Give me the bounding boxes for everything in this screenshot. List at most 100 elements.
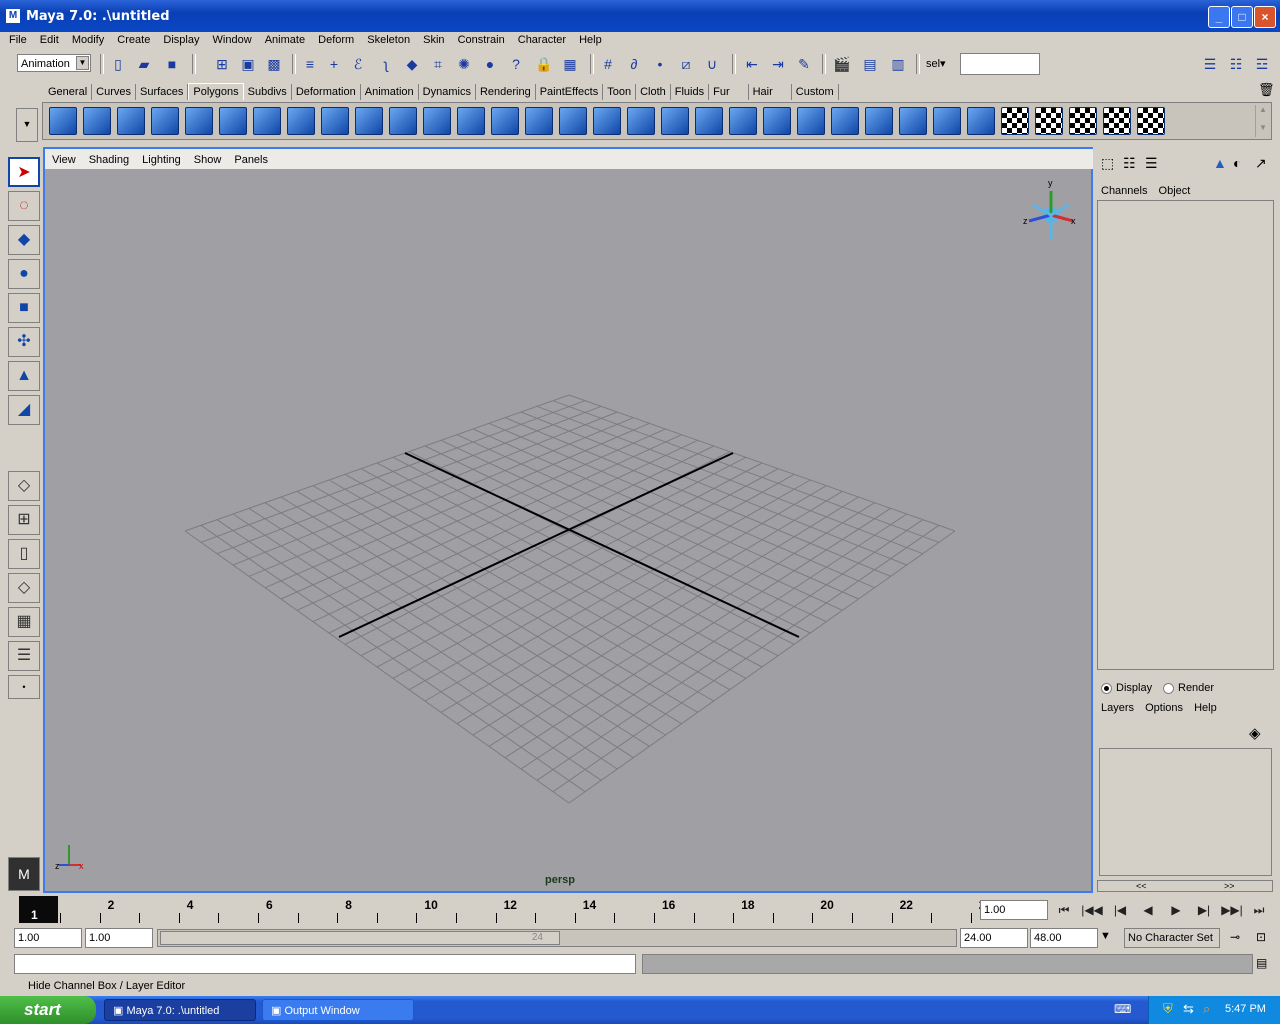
snap-view-plane-icon[interactable]: ⧄ (676, 54, 696, 74)
planar-mapping-icon[interactable] (1001, 107, 1029, 135)
select-component-icon[interactable]: ▩ (264, 54, 284, 74)
lasso-tool-icon[interactable]: ◌ (8, 191, 40, 221)
taskbar-item-maya[interactable]: ▣ Maya 7.0: .\untitled (104, 999, 256, 1021)
persp-graph-layout-icon[interactable]: ◇ (8, 573, 40, 603)
tool-settings-toggle-icon[interactable]: ☷ (1226, 54, 1246, 74)
poly-cylinder-icon[interactable] (117, 107, 145, 135)
render-frame-icon[interactable]: 🎬 (832, 54, 852, 74)
animation-preferences-icon[interactable]: ⊡ (1256, 930, 1266, 944)
playback-end-field[interactable]: 24.00 (960, 928, 1028, 948)
go-to-end-button[interactable]: ⏭ (1248, 900, 1270, 920)
shelf-tab-animation[interactable]: Animation (361, 84, 419, 100)
poly-combine-icon[interactable] (389, 107, 417, 135)
menu-animate[interactable]: Animate (260, 32, 310, 48)
automatic-mapping-icon[interactable] (1103, 107, 1131, 135)
uv-texture-editor-icon[interactable] (1137, 107, 1165, 135)
poly-pipe-icon[interactable] (287, 107, 315, 135)
maximize-button[interactable]: □ (1231, 6, 1253, 28)
display-layer-radio[interactable]: Display (1101, 682, 1152, 694)
poly-merge-icon[interactable] (661, 107, 689, 135)
scroll-right-button[interactable]: >> (1224, 881, 1235, 891)
shelf-tab-general[interactable]: General (44, 84, 93, 100)
shelf-tab-painteffects[interactable]: PaintEffects (536, 84, 604, 100)
step-back-key-button[interactable]: |◀◀ (1080, 900, 1104, 920)
poly-boolean-icon[interactable] (457, 107, 485, 135)
snap-curve-icon[interactable]: ∂ (624, 54, 644, 74)
object-menu[interactable]: Object (1155, 183, 1195, 199)
view-compass-icon[interactable] (1028, 191, 1074, 239)
poly-soccer-ball-icon[interactable] (355, 107, 383, 135)
select-curves-icon[interactable]: ʅ (376, 54, 396, 74)
poly-mirror-icon[interactable] (933, 107, 961, 135)
poly-prism-icon[interactable] (253, 107, 281, 135)
select-tool-icon[interactable]: ➤ (8, 157, 40, 187)
rotate-tool-icon[interactable]: ■ (8, 293, 40, 323)
persp-trax-layout-icon[interactable]: ☰ (8, 641, 40, 671)
poly-split-icon[interactable] (593, 107, 621, 135)
poly-cone-icon[interactable] (151, 107, 179, 135)
panel-menu-lighting[interactable]: Lighting (137, 149, 186, 171)
output-ops-icon[interactable]: ⇥ (768, 54, 788, 74)
select-joints-icon[interactable]: ℰ (348, 54, 368, 74)
select-hierarchy-icon[interactable]: ⊞ (212, 54, 232, 74)
viewport-scene[interactable]: y x z z x (45, 169, 1091, 891)
shelf-tab-subdivs[interactable]: Subdivs (244, 84, 292, 100)
render-layer-radio[interactable]: Render (1163, 682, 1214, 694)
select-surfaces-icon[interactable]: ◆ (402, 54, 422, 74)
poly-sphere-icon[interactable] (49, 107, 77, 135)
snap-grid-icon[interactable]: # (598, 54, 618, 74)
panel-menu-view[interactable]: View (47, 149, 81, 171)
menu-create[interactable]: Create (112, 32, 155, 48)
single-perspective-layout-icon[interactable]: ◇ (8, 471, 40, 501)
network-icon[interactable]: ⇆ (1183, 1001, 1194, 1017)
minimize-button[interactable]: _ (1208, 6, 1230, 28)
shelf-tab-rendering[interactable]: Rendering (476, 84, 536, 100)
layer-help-menu[interactable]: Help (1190, 702, 1221, 714)
poly-cube-icon[interactable] (83, 107, 111, 135)
last-tool-used-icon[interactable]: ◢ (8, 395, 40, 425)
poly-append-icon[interactable] (967, 107, 995, 135)
shelf-menu-button[interactable]: ▼ (16, 108, 38, 142)
layer-scrollbar[interactable]: << >> (1097, 880, 1273, 892)
select-rendering-icon[interactable]: ● (480, 54, 500, 74)
poly-split-vertex-icon[interactable] (797, 107, 825, 135)
manipulator-icon[interactable]: ▲ (1213, 155, 1227, 171)
channel-box-list-icon[interactable]: ☷ (1123, 155, 1136, 172)
menu-deform[interactable]: Deform (313, 32, 359, 48)
playback-start-field[interactable]: 1.00 (85, 928, 153, 948)
snap-point-icon[interactable]: • (650, 54, 670, 74)
highlight-selection-icon[interactable]: ▦ (560, 54, 580, 74)
menu-edit[interactable]: Edit (35, 32, 64, 48)
panel-menu-shading[interactable]: Shading (84, 149, 134, 171)
save-scene-icon[interactable]: ■ (162, 54, 182, 74)
step-forward-key-button[interactable]: ▶▶| (1220, 900, 1244, 920)
manipulator-tool-icon[interactable]: ▲ (8, 361, 40, 391)
step-back-frame-button[interactable]: |◀ (1108, 900, 1132, 920)
four-view-layout-icon[interactable]: ⊞ (8, 505, 40, 535)
go-to-start-button[interactable]: ⏮ (1052, 900, 1076, 920)
select-object-icon[interactable]: ▣ (238, 54, 258, 74)
shelf-tab-deformation[interactable]: Deformation (292, 84, 361, 100)
create-layer-icon[interactable]: ◈ (1249, 724, 1261, 742)
shelf-tab-dynamics[interactable]: Dynamics (419, 84, 476, 100)
move-tool-icon[interactable]: ● (8, 259, 40, 289)
select-misc-icon[interactable]: ? (506, 54, 526, 74)
new-scene-icon[interactable]: ▯ (108, 54, 128, 74)
range-slider[interactable]: 24 (157, 929, 957, 947)
display-radio-button[interactable] (1101, 682, 1112, 694)
play-backwards-button[interactable]: ◀ (1136, 900, 1160, 920)
channel-box-body[interactable] (1097, 200, 1274, 670)
make-live-icon[interactable]: ∪ (702, 54, 722, 74)
animation-end-field[interactable]: 48.00 (1030, 928, 1098, 948)
shelf-tab-toon[interactable]: Toon (603, 84, 637, 100)
poly-duplicate-face-icon[interactable] (729, 107, 757, 135)
shelf-tab-custom[interactable]: Custom (792, 84, 839, 100)
poly-extrude-face-icon[interactable] (559, 107, 587, 135)
ipr-render-icon[interactable]: ▤ (860, 54, 880, 74)
render-globals-icon[interactable]: ▥ (888, 54, 908, 74)
menu-help[interactable]: Help (574, 32, 607, 48)
select-deformers-icon[interactable]: ⌗ (428, 54, 448, 74)
lock-selection-icon[interactable]: 🔒 (534, 54, 554, 74)
shelf-tab-fluids[interactable]: Fluids (671, 84, 710, 100)
menu-skeleton[interactable]: Skeleton (362, 32, 415, 48)
